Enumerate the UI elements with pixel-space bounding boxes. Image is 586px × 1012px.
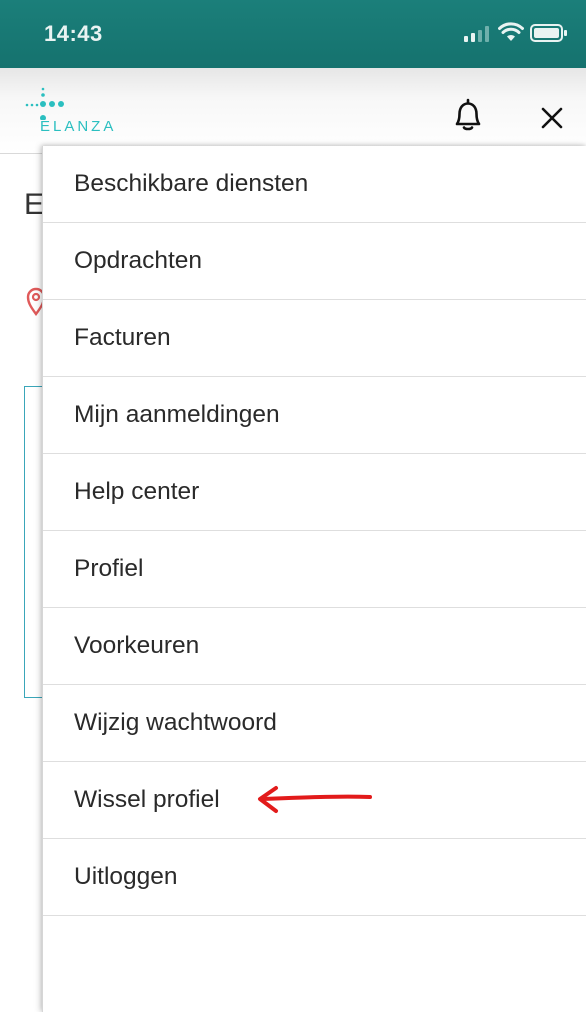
menu-item-mijn-aanmeldingen[interactable]: Mijn aanmeldingen xyxy=(43,377,586,454)
annotation-arrow-icon xyxy=(258,786,372,813)
menu-item-label: Facturen xyxy=(74,324,171,351)
bell-icon[interactable] xyxy=(452,98,484,132)
menu-item-facturen[interactable]: Facturen xyxy=(43,300,586,377)
menu-item-voorkeuren[interactable]: Voorkeuren xyxy=(43,608,586,685)
menu-item-label: Uitloggen xyxy=(74,863,178,890)
menu-item-label: Wijzig wachtwoord xyxy=(74,709,277,736)
menu-item-label: Opdrachten xyxy=(74,247,203,274)
signal-icon xyxy=(464,26,489,42)
menu-item-label: Profiel xyxy=(74,555,144,582)
menu-item-help-center[interactable]: Help center xyxy=(43,454,586,531)
menu-item-wijzig-wachtwoord[interactable]: Wijzig wachtwoord xyxy=(43,685,586,762)
page-title: E xyxy=(24,188,45,221)
logo-text: ELANZA xyxy=(40,118,117,135)
menu-item-label: Wissel profiel xyxy=(74,786,220,813)
menu-item-label: Beschikbare diensten xyxy=(74,170,309,197)
close-icon[interactable] xyxy=(540,106,564,130)
status-bar: 14:43 xyxy=(0,0,586,68)
elanza-logo[interactable]: ELANZA xyxy=(24,86,154,136)
menu-item-profiel[interactable]: Profiel xyxy=(43,531,586,608)
app-header: ELANZA xyxy=(0,68,586,154)
status-time: 14:43 xyxy=(44,21,103,46)
menu-item-opdrachten[interactable]: Opdrachten xyxy=(43,223,586,300)
menu-item-label: Help center xyxy=(74,478,200,505)
menu-item-label: Mijn aanmeldingen xyxy=(74,401,280,428)
menu-item-uitloggen[interactable]: Uitloggen xyxy=(43,839,586,916)
menu-item-label: Voorkeuren xyxy=(74,632,200,659)
wifi-icon xyxy=(498,22,524,41)
navigation-menu: Beschikbare diensten Opdrachten Facturen… xyxy=(42,146,586,1012)
menu-item-beschikbare-diensten[interactable]: Beschikbare diensten xyxy=(43,146,586,223)
battery-icon xyxy=(530,24,567,42)
logo-dots-icon xyxy=(25,87,64,120)
